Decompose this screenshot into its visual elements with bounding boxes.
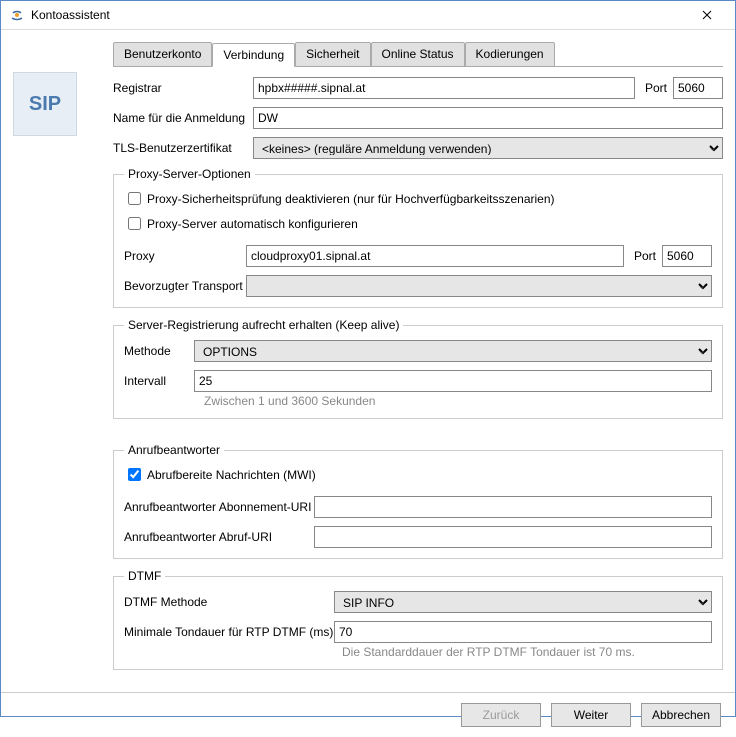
keepalive-fieldset: Server-Registrierung aufrecht erhalten (… xyxy=(113,318,723,419)
proxy-port-label: Port xyxy=(634,249,656,263)
proxy-input[interactable] xyxy=(246,245,624,267)
voicemail-legend: Anrufbeantworter xyxy=(124,443,224,457)
window-title: Kontoassistent xyxy=(31,8,687,22)
sip-badge: SIP xyxy=(13,72,77,136)
dtmf-hint: Die Standarddauer der RTP DTMF Tondauer … xyxy=(124,645,712,659)
app-icon xyxy=(9,7,25,23)
mwi-label: Abrufbereite Nachrichten (MWI) xyxy=(147,468,316,482)
registrar-port-label: Port xyxy=(645,81,667,95)
method-label: Methode xyxy=(124,344,194,358)
proxy-port-input[interactable] xyxy=(662,245,712,267)
cancel-button[interactable]: Abbrechen xyxy=(641,703,721,727)
registrar-label: Registrar xyxy=(113,81,253,95)
dtmf-min-label: Minimale Tondauer für RTP DTMF (ms) xyxy=(124,625,334,639)
vm-sub-uri-input[interactable] xyxy=(314,496,712,518)
pref-transport-select[interactable] xyxy=(246,275,712,297)
proxy-label: Proxy xyxy=(124,249,246,263)
dtmf-fieldset: DTMF DTMF Methode SIP INFO ⌄ Minimale To… xyxy=(113,569,723,670)
interval-hint: Zwischen 1 und 3600 Sekunden xyxy=(124,394,712,408)
next-button[interactable]: Weiter xyxy=(551,703,631,727)
body: SIP Benutzerkonto Verbindung Sicherheit … xyxy=(1,30,735,692)
tab-verbindung[interactable]: Verbindung xyxy=(212,43,295,67)
close-button[interactable] xyxy=(687,1,727,29)
tls-cert-select[interactable]: <keines> (reguläre Anmeldung verwenden) xyxy=(253,137,723,159)
window: Kontoassistent SIP Benutzerkonto Verbind… xyxy=(0,0,736,717)
login-name-label: Name für die Anmeldung xyxy=(113,111,253,125)
dtmf-method-select[interactable]: SIP INFO xyxy=(334,591,712,613)
pref-transport-label: Bevorzugter Transport xyxy=(124,279,246,293)
icon-column: SIP xyxy=(13,42,93,680)
proxy-sec-disable-checkbox[interactable] xyxy=(128,192,141,205)
tabs: Benutzerkonto Verbindung Sicherheit Onli… xyxy=(113,42,723,67)
titlebar: Kontoassistent xyxy=(1,1,735,30)
tab-kodierungen[interactable]: Kodierungen xyxy=(465,42,555,66)
voicemail-fieldset: Anrufbeantworter Abrufbereite Nachrichte… xyxy=(113,443,723,559)
tab-online-status[interactable]: Online Status xyxy=(371,42,465,66)
login-name-input[interactable] xyxy=(253,107,723,129)
interval-label: Intervall xyxy=(124,374,194,388)
vm-fetch-uri-input[interactable] xyxy=(314,526,712,548)
registrar-input[interactable] xyxy=(253,77,635,99)
tls-cert-label: TLS-Benutzerzertifikat xyxy=(113,141,253,155)
proxy-legend: Proxy-Server-Optionen xyxy=(124,167,255,181)
back-button[interactable]: Zurück xyxy=(461,703,541,727)
method-select[interactable]: OPTIONS xyxy=(194,340,712,362)
registrar-port-input[interactable] xyxy=(673,77,723,99)
tab-benutzerkonto[interactable]: Benutzerkonto xyxy=(113,42,212,66)
footer: Zurück Weiter Abbrechen xyxy=(1,692,735,737)
tab-content: Registrar Port Name für die Anmeldung TL… xyxy=(113,67,723,680)
dtmf-legend: DTMF xyxy=(124,569,165,583)
interval-input[interactable] xyxy=(194,370,712,392)
tab-sicherheit[interactable]: Sicherheit xyxy=(295,42,370,66)
proxy-auto-checkbox[interactable] xyxy=(128,217,141,230)
keepalive-legend: Server-Registrierung aufrecht erhalten (… xyxy=(124,318,403,332)
proxy-fieldset: Proxy-Server-Optionen Proxy-Sicherheitsp… xyxy=(113,167,723,308)
vm-fetch-uri-label: Anrufbeantworter Abruf-URI xyxy=(124,530,314,544)
dtmf-min-input[interactable] xyxy=(334,621,712,643)
close-icon xyxy=(702,10,712,20)
vm-sub-uri-label: Anrufbeantworter Abonnement-URI xyxy=(124,500,314,514)
mwi-checkbox[interactable] xyxy=(128,468,141,481)
form-column: Benutzerkonto Verbindung Sicherheit Onli… xyxy=(113,42,723,680)
dtmf-method-label: DTMF Methode xyxy=(124,595,334,609)
proxy-auto-label: Proxy-Server automatisch konfigurieren xyxy=(147,217,358,231)
proxy-sec-disable-label: Proxy-Sicherheitsprüfung deaktivieren (n… xyxy=(147,192,555,206)
